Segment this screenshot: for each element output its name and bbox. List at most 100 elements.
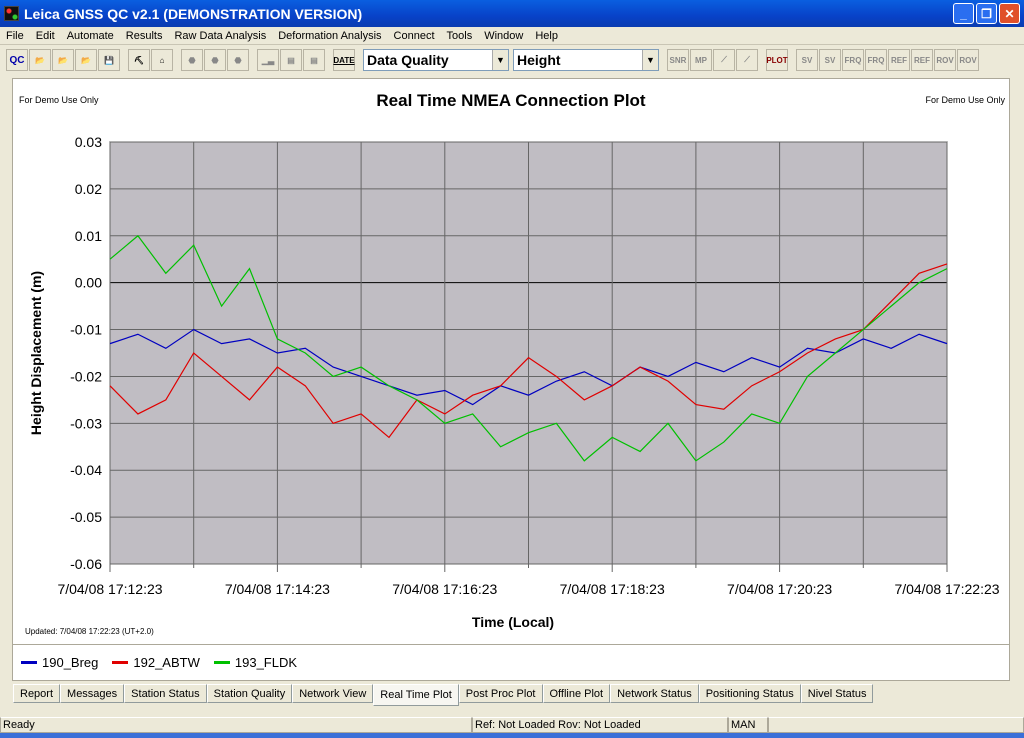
histogram-icon[interactable]: ▁▃ (257, 49, 279, 71)
open-folder-disabled-icon[interactable]: 📂 (75, 49, 97, 71)
x-tick-label: 7/04/08 17:14:23 (225, 581, 330, 597)
ref-down-button[interactable]: REF (911, 49, 933, 71)
y-tick-label: -0.03 (70, 415, 102, 431)
open-folder-disabled-icon[interactable]: 📂 (52, 49, 74, 71)
menu-help[interactable]: Help (529, 30, 564, 42)
status-ref-rov: Ref: Not Loaded Rov: Not Loaded (472, 717, 728, 733)
date-button[interactable]: DATE (333, 49, 355, 71)
ref-up-button[interactable]: REF (888, 49, 910, 71)
station-icon[interactable]: ⌂ (151, 49, 173, 71)
y-tick-label: -0.01 (70, 322, 102, 338)
y-tick-label: 0.02 (75, 181, 102, 197)
legend-label: 193_FLDK (234, 655, 298, 670)
y-tick-label: -0.05 (70, 509, 102, 525)
legend-label: 192_ABTW (133, 655, 200, 670)
tab-report[interactable]: Report (13, 684, 61, 703)
y-axis-label: Height Displacement (m) (28, 271, 44, 435)
x-tick-label: 7/04/08 17:12:23 (57, 581, 162, 597)
slope-icon[interactable]: ⟋ (736, 49, 758, 71)
plot-panel: For Demo Use Only For Demo Use Only Real… (12, 78, 1010, 681)
menu-raw-data-analysis[interactable]: Raw Data Analysis (168, 30, 272, 42)
window-title: Leica GNSS QC v2.1 (DEMONSTRATION VERSIO… (24, 5, 363, 22)
report-icon[interactable]: ▤ (280, 49, 302, 71)
menu-tools[interactable]: Tools (441, 30, 479, 42)
y-tick-label: 0.00 (75, 275, 102, 291)
app-icon (4, 6, 19, 21)
component-select[interactable]: Height ▼ (513, 49, 659, 71)
legend-label: 190_Breg (42, 655, 99, 670)
y-tick-label: -0.06 (70, 556, 102, 572)
sv-up-button[interactable]: SV (796, 49, 818, 71)
mp-button[interactable]: MP (690, 49, 712, 71)
legend-item: 193_FLDK (213, 655, 298, 670)
tab-bar: Report Messages Station Status Station Qual… (13, 684, 874, 706)
menu-results[interactable]: Results (120, 30, 169, 42)
frq-down-button[interactable]: FRQ (865, 49, 887, 71)
x-tick-label: 7/04/08 17:22:23 (894, 581, 999, 597)
menu-edit[interactable]: Edit (30, 30, 61, 42)
open-folder-icon[interactable]: 📂 (29, 49, 51, 71)
y-tick-label: 0.03 (75, 134, 102, 150)
menu-connect[interactable]: Connect (388, 30, 441, 42)
tab-real-time-plot[interactable]: Real Time Plot (373, 684, 459, 706)
antenna-icon[interactable]: ⛏ (128, 49, 150, 71)
updated-timestamp: Updated: 7/04/08 17:22:23 (UT+2.0) (25, 627, 154, 636)
taskbar-edge (0, 733, 1024, 738)
minimize-button[interactable]: _ (953, 3, 974, 24)
stop-icon[interactable]: ⬣ (181, 49, 203, 71)
x-tick-label: 7/04/08 17:20:23 (727, 581, 832, 597)
snr-button[interactable]: SNR (667, 49, 689, 71)
legend-swatch (21, 661, 37, 664)
rov-up-button[interactable]: ROV (934, 49, 956, 71)
x-axis-label: Time (Local) (472, 614, 554, 630)
plot-button[interactable]: PLOT (766, 49, 788, 71)
tab-post-proc-plot[interactable]: Post Proc Plot (458, 684, 543, 703)
tab-nivel-status[interactable]: Nivel Status (800, 684, 874, 703)
legend-item: 192_ABTW (112, 655, 200, 670)
close-button[interactable]: ✕ (999, 3, 1020, 24)
menu-bar: File Edit Automate Results Raw Data Anal… (0, 27, 1024, 45)
frq-up-button[interactable]: FRQ (842, 49, 864, 71)
status-empty (768, 717, 1024, 733)
report-view-icon[interactable]: ▤ (303, 49, 325, 71)
title-bar: Leica GNSS QC v2.1 (DEMONSTRATION VERSIO… (0, 0, 1024, 27)
x-tick-label: 7/04/08 17:18:23 (560, 581, 665, 597)
menu-window[interactable]: Window (478, 30, 529, 42)
rov-down-button[interactable]: ROV (957, 49, 979, 71)
data-type-select[interactable]: Data Quality ▼ (363, 49, 509, 71)
tab-messages[interactable]: Messages (60, 684, 125, 703)
qc-button[interactable]: QC (6, 49, 28, 71)
tab-offline-plot[interactable]: Offline Plot (542, 684, 611, 703)
stop-icon[interactable]: ⬣ (204, 49, 226, 71)
tab-positioning-status[interactable]: Positioning Status (698, 684, 801, 703)
x-tick-label: 7/04/08 17:16:23 (392, 581, 497, 597)
chevron-down-icon[interactable]: ▼ (642, 50, 658, 70)
legend-item: 190_Breg (21, 655, 98, 670)
restore-button[interactable]: ❐ (976, 3, 997, 24)
menu-automate[interactable]: Automate (61, 30, 120, 42)
sv-down-button[interactable]: SV (819, 49, 841, 71)
chevron-down-icon[interactable]: ▼ (492, 50, 508, 70)
legend: 190_Breg 192_ABTW 193_FLDK (13, 644, 1009, 680)
tab-station-quality[interactable]: Station Quality (206, 684, 293, 703)
component-value: Height (517, 52, 561, 68)
slope-icon[interactable]: ⟋ (713, 49, 735, 71)
tab-network-status[interactable]: Network Status (610, 684, 699, 703)
y-tick-label: -0.02 (70, 368, 102, 384)
status-ready: Ready (0, 717, 472, 733)
menu-deformation-analysis[interactable]: Deformation Analysis (272, 30, 387, 42)
status-mode: MAN (728, 717, 768, 733)
y-tick-label: -0.04 (70, 462, 102, 478)
tab-station-status[interactable]: Station Status (124, 684, 207, 703)
chart: Height Displacement (m) Time (Local) 0.0… (28, 134, 1000, 630)
status-bar: Ready Ref: Not Loaded Rov: Not Loaded MA… (0, 717, 1024, 733)
save-icon[interactable]: 💾 (98, 49, 120, 71)
data-type-value: Data Quality (367, 52, 449, 68)
y-tick-label: 0.01 (75, 228, 102, 244)
toolbar: QC 📂 📂 📂 💾 ⛏ ⌂ ⬣ ⬣ ⬣ ▁▃ ▤ ▤ DATE Data Qu… (0, 46, 1024, 74)
menu-file[interactable]: File (0, 30, 30, 42)
legend-swatch (213, 661, 230, 664)
tab-network-view[interactable]: Network View (292, 684, 374, 703)
legend-swatch (112, 661, 129, 664)
stop-icon[interactable]: ⬣ (227, 49, 249, 71)
